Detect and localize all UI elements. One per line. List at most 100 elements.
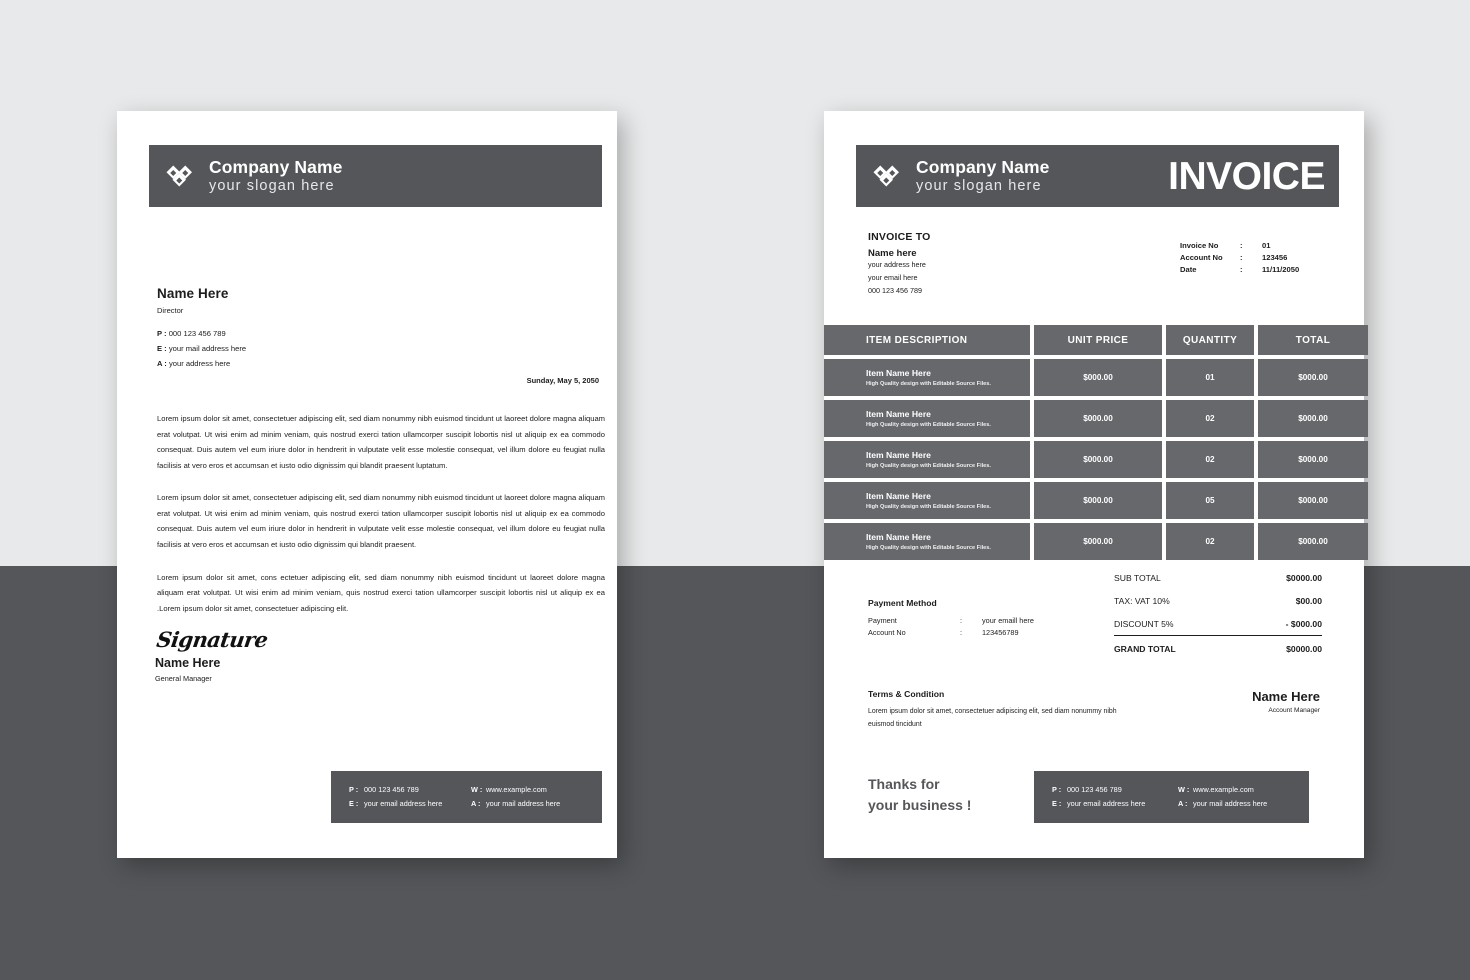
footer-key-address: A : [471, 799, 481, 808]
footer-value-address: your mail address here [486, 799, 561, 808]
footer-value-email: your email address here [364, 799, 443, 808]
payment-row-account-no: Account No : 123456789 [868, 627, 1034, 639]
cell-total: $000.00 [1258, 523, 1368, 560]
footer-value-website[interactable]: www.example.com [486, 783, 547, 797]
item-name: Item Name Here [866, 450, 931, 460]
cell-total: $000.00 [1258, 400, 1368, 437]
account-no-value: 123456789 [982, 628, 1019, 638]
footer-row-address: A : your mail address here [1178, 797, 1267, 811]
payment-key: Payment [868, 616, 897, 625]
item-name: Item Name Here [866, 409, 931, 419]
footer-key-email: E : [349, 799, 359, 808]
table-row: Item Name Here High Quality design with … [824, 482, 1368, 519]
company-name: Company Name [209, 156, 343, 177]
terms-and-conditions-block: Terms & Condition Lorem ipsum dolor sit … [868, 689, 1128, 732]
cell-description: Item Name Here High Quality design with … [824, 400, 1030, 437]
footer-value-email: your email address here [1067, 799, 1146, 808]
column-header-total: TOTAL [1258, 325, 1368, 355]
meta-row-invoice-no: Invoice No : 01 [1180, 240, 1299, 252]
contact-key-phone: P : [157, 329, 167, 338]
invoice-totals-block: SUB TOTAL $0000.00 TAX: VAT 10% $00.00 D… [1114, 566, 1322, 661]
terms-title: Terms & Condition [868, 689, 945, 699]
footer-key-email: E : [1052, 799, 1062, 808]
column-header-unit-price: UNIT PRICE [1034, 325, 1162, 355]
invoice-footer-right: W : www.example.com A : your mail addres… [1178, 783, 1267, 811]
terms-body: Lorem ipsum dolor sit amet, consectetuer… [868, 708, 1117, 728]
item-sub: High Quality design with Editable Source… [866, 504, 991, 510]
item-sub: High Quality design with Editable Source… [866, 381, 991, 387]
item-sub: High Quality design with Editable Source… [866, 422, 991, 428]
total-row-grand-total: GRAND TOTAL $0000.00 [1114, 635, 1322, 661]
cell-unit-price: $000.00 [1034, 400, 1162, 437]
thanks-message: Thanks for your business ! [868, 776, 972, 813]
payment-value: your emaill here [982, 616, 1034, 625]
meta-value-account-no: 123456 [1262, 252, 1288, 262]
cell-total: $000.00 [1258, 441, 1368, 478]
column-header-quantity: QUANTITY [1166, 325, 1254, 355]
company-slogan: your slogan here [209, 178, 335, 194]
invoice-items-table: ITEM DESCRIPTION UNIT PRICE QUANTITY TOT… [824, 325, 1368, 564]
cell-quantity: 05 [1166, 482, 1254, 519]
meta-row-account-no: Account No : 123456 [1180, 252, 1299, 264]
footer-row-email: E : your email address here [1052, 797, 1178, 811]
discount-value: - $000.00 [1285, 618, 1322, 629]
footer-value-phone: 000 123 456 789 [364, 784, 419, 794]
cell-description: Item Name Here High Quality design with … [824, 359, 1030, 396]
footer-key-address: A : [1178, 799, 1188, 808]
double-diamond-logo-icon [166, 165, 192, 187]
contact-value-email: your mail address here [168, 343, 247, 353]
company-slogan: your slogan here [916, 178, 1042, 194]
cell-unit-price: $000.00 [1034, 359, 1162, 396]
footer-row-website: W : www.example.com [1178, 783, 1267, 797]
letterhead-footer-band: P : 000 123 456 789 E : your email addre… [331, 771, 602, 823]
signer-name: Name Here [155, 656, 221, 670]
total-row-tax: TAX: VAT 10% $00.00 [1114, 589, 1322, 612]
payment-method-block: Payment Method Payment : your emaill her… [868, 598, 1034, 640]
invoice-signer-block: Name Here Account Manager [1252, 689, 1320, 714]
invoice-signer-name: Name Here [1252, 689, 1320, 704]
meta-key-date: Date [1180, 264, 1197, 274]
meta-key-account-no: Account No [1180, 252, 1223, 262]
invoice-to-block: INVOICE TO Name here your address here y… [868, 231, 930, 298]
grand-total-label: GRAND TOTAL [1114, 644, 1176, 654]
contact-line-phone: P : 000 123 456 789 [157, 327, 246, 342]
brand-block: Company Name your slogan here [209, 157, 342, 195]
cell-quantity: 02 [1166, 400, 1254, 437]
letter-paragraph-3: Lorem ipsum dolor sit amet, cons ectetue… [157, 572, 605, 613]
footer-row-website: W : www.example.com [471, 783, 560, 797]
contact-value-phone: 000 123 456 789 [168, 329, 226, 338]
meta-sep-account-no: : [1240, 252, 1243, 262]
cell-quantity: 02 [1166, 523, 1254, 560]
company-name: Company Name [916, 156, 1050, 177]
cell-total: $000.00 [1258, 359, 1368, 396]
signature-script: Signature [155, 627, 270, 652]
footer-value-phone: 000 123 456 789 [1067, 784, 1122, 794]
meta-value-date: 11/11/2050 [1262, 264, 1300, 274]
invoice-to-address: your address here [868, 260, 926, 269]
letterhead-document: Company Name your slogan here Name Here … [117, 111, 617, 858]
invoice-title: INVOICE [1168, 154, 1325, 198]
letter-paragraph-1: Lorem ipsum dolor sit amet, consectetuer… [157, 414, 605, 470]
item-name: Item Name Here [866, 491, 931, 501]
footer-row-phone: P : 000 123 456 789 [1052, 783, 1178, 797]
account-no-key: Account No [868, 628, 906, 638]
invoice-footer-left: P : 000 123 456 789 E : your email addre… [1052, 783, 1178, 811]
invoice-to-email: your email here [868, 272, 918, 282]
payment-sep: : [960, 616, 963, 625]
payment-row-payment: Payment : your emaill here [868, 615, 1034, 627]
tax-label: TAX: VAT 10% [1114, 595, 1170, 606]
letterhead-footer-right: W : www.example.com A : your mail addres… [471, 783, 560, 811]
letterhead-footer-left: P : 000 123 456 789 E : your email addre… [349, 783, 471, 811]
footer-value-website[interactable]: www.example.com [1193, 783, 1254, 797]
invoice-to-phone: 000 123 456 789 [868, 285, 922, 295]
cell-total: $000.00 [1258, 482, 1368, 519]
cell-description: Item Name Here High Quality design with … [824, 482, 1030, 519]
letterhead-contact-list: P : 000 123 456 789 E : your mail addres… [157, 327, 246, 371]
invoice-to-heading: INVOICE TO [868, 231, 931, 243]
invoice-footer-band: P : 000 123 456 789 E : your email addre… [1034, 771, 1309, 823]
letter-signature-block: Signature Name Here General Manager [155, 627, 270, 683]
table-header-row: ITEM DESCRIPTION UNIT PRICE QUANTITY TOT… [824, 325, 1368, 355]
cell-description: Item Name Here High Quality design with … [824, 523, 1030, 560]
invoice-meta-block: Invoice No : 01 Account No : 123456 Date… [1180, 240, 1299, 275]
footer-key-website: W : [1178, 784, 1190, 794]
